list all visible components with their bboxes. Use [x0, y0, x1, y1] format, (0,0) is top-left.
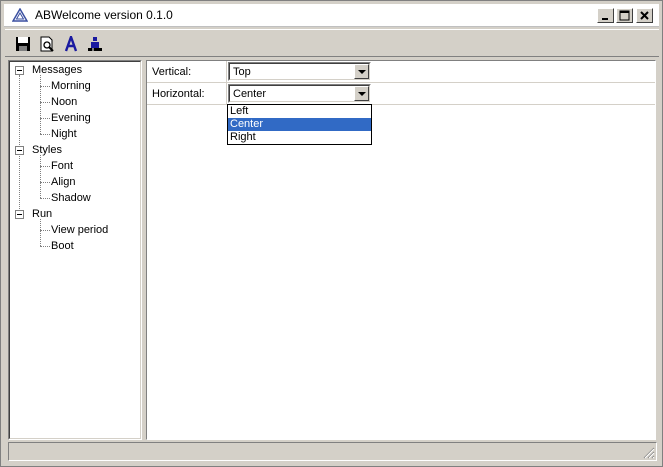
horizontal-dropdown-list[interactable]: Left Center Right	[227, 104, 372, 145]
collapse-icon[interactable]	[15, 66, 24, 75]
tree-item-night[interactable]: Night	[51, 127, 77, 141]
tree-item-morning[interactable]: Morning	[51, 79, 91, 93]
close-icon	[640, 11, 649, 20]
row-divider	[226, 83, 227, 105]
tree-connector	[40, 102, 50, 103]
status-bar	[8, 442, 657, 461]
tree-group-styles[interactable]: Styles	[32, 143, 62, 157]
tree-group-run[interactable]: Run	[32, 207, 52, 221]
print-preview-icon	[40, 36, 54, 52]
tree-group-messages[interactable]: Messages	[32, 63, 82, 77]
option-left[interactable]: Left	[228, 105, 371, 118]
tree-connector	[40, 182, 50, 183]
letter-a-icon	[64, 36, 78, 52]
save-button[interactable]	[13, 34, 33, 54]
chevron-down-icon[interactable]	[354, 64, 369, 79]
tree-item-font[interactable]: Font	[51, 159, 73, 173]
toolbar	[5, 29, 659, 57]
navigation-tree[interactable]: Messages Morning Noon Evening Night Styl…	[8, 60, 142, 440]
tree-item-align[interactable]: Align	[51, 175, 75, 189]
horizontal-value: Center	[233, 88, 267, 100]
tree-item-noon[interactable]: Noon	[51, 95, 77, 109]
collapse-icon[interactable]	[15, 146, 24, 155]
vertical-select[interactable]: Top	[228, 62, 371, 81]
app-logo-icon	[11, 7, 29, 22]
tree-item-view-period[interactable]: View period	[51, 223, 108, 237]
maximize-button[interactable]	[616, 8, 633, 23]
title-bar[interactable]: ABWelcome version 0.1.0	[4, 4, 659, 27]
resize-grip-icon[interactable]	[643, 447, 655, 459]
tree-connector	[40, 230, 50, 231]
minimize-button[interactable]	[597, 8, 614, 23]
row-divider	[226, 61, 227, 83]
maximize-icon	[619, 10, 630, 21]
window-title: ABWelcome version 0.1.0	[35, 8, 173, 22]
tree-connector	[40, 219, 41, 246]
tree-connector	[40, 118, 50, 119]
tree-item-boot[interactable]: Boot	[51, 239, 74, 253]
close-button[interactable]	[636, 8, 653, 23]
horizontal-label: Horizontal:	[152, 88, 205, 100]
app-window: ABWelcome version 0.1.0 Messages Morning…	[0, 0, 663, 467]
font-button[interactable]	[61, 34, 81, 54]
run-button[interactable]	[85, 34, 105, 54]
chevron-down-icon[interactable]	[354, 86, 369, 101]
option-right[interactable]: Right	[228, 131, 371, 144]
tree-connector	[40, 134, 50, 135]
floppy-disk-icon	[16, 37, 30, 51]
minimize-icon	[602, 18, 608, 20]
horizontal-row: Horizontal: Center	[147, 83, 655, 105]
vertical-label: Vertical:	[152, 66, 192, 78]
vertical-row: Vertical: Top	[147, 61, 655, 83]
vertical-value: Top	[233, 66, 251, 78]
tree-item-shadow[interactable]: Shadow	[51, 191, 91, 205]
tree-connector	[40, 75, 41, 134]
tree-content: Messages Morning Noon Evening Night Styl…	[9, 61, 141, 439]
horizontal-select[interactable]: Center	[228, 84, 371, 103]
tree-connector	[40, 166, 50, 167]
person-icon	[88, 37, 102, 51]
preview-button[interactable]	[37, 34, 57, 54]
tree-item-evening[interactable]: Evening	[51, 111, 91, 125]
properties-panel: Vertical: Top Horizontal: Center	[146, 60, 656, 440]
tree-connector	[40, 246, 50, 247]
option-center[interactable]: Center	[228, 118, 371, 131]
tree-connector	[40, 86, 50, 87]
tree-connector	[40, 155, 41, 198]
tree-connector	[40, 198, 50, 199]
collapse-icon[interactable]	[15, 210, 24, 219]
